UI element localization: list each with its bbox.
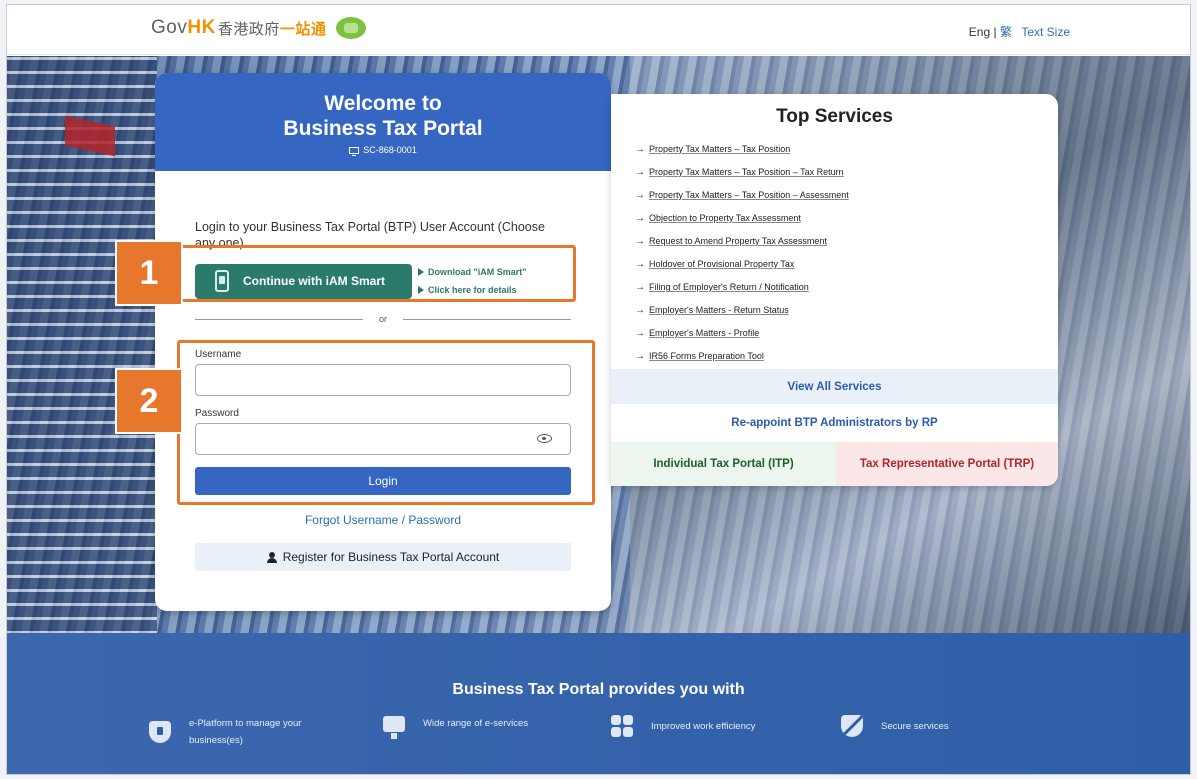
arrow-right-icon: → (635, 351, 645, 362)
divider-line-right (403, 318, 572, 320)
service-item[interactable]: → Filing of Employer's Return / Notificat… (635, 276, 1058, 299)
arrow-right-icon: → (635, 236, 645, 247)
service-link[interactable]: Employer's Matters - Profile (649, 322, 759, 345)
lang-eng-link[interactable]: Eng | (969, 25, 997, 39)
divider-line-left (195, 318, 363, 320)
service-link[interactable]: Property Tax Matters – Tax Position – As… (649, 184, 849, 207)
service-link[interactable]: Employer's Matters - Return Status (649, 299, 789, 322)
secure-icon (841, 715, 863, 737)
feature-item: e-Platform to manage your business(es) (149, 715, 349, 749)
service-link[interactable]: Objection to Property Tax Assessment (649, 207, 801, 230)
top-bar: Gov HK 香港政府 一站通 Eng | 繁 Text Size (7, 5, 1190, 55)
logo-gov-text: Gov (151, 17, 188, 38)
arrow-right-icon: → (635, 328, 645, 339)
feature-text: e-Platform to manage your business(es) (189, 718, 302, 746)
grid-cell (611, 727, 621, 737)
top-services-title: Top Services (776, 106, 893, 127)
shield-icon (149, 721, 171, 743)
features-band: Business Tax Portal provides you with e-… (7, 633, 1190, 774)
service-link[interactable]: Property Tax Matters – Tax Position (649, 138, 790, 161)
govhk-badge-icon (336, 17, 367, 39)
service-link[interactable]: Filing of Employer's Return / Notificati… (649, 276, 809, 299)
arrow-right-icon: → (635, 213, 645, 224)
feature-text: Wide range of e-services (423, 718, 529, 729)
reappoint-administrators-button[interactable]: Re-appoint BTP Administrators by RP (611, 404, 1058, 442)
register-button[interactable]: Register for Business Tax Portal Account (195, 543, 571, 571)
service-item[interactable]: → Property Tax Matters – Tax Position (635, 138, 1058, 161)
screen-code: SC-868-0001 (155, 145, 611, 156)
service-item[interactable]: → Property Tax Matters – Tax Position – A… (635, 184, 1058, 207)
lang-tc-link[interactable]: 繁 (1000, 25, 1012, 39)
language-bar: Eng | 繁 Text Size (969, 23, 1070, 40)
text-size-link[interactable]: Text Size (1021, 25, 1070, 39)
service-link[interactable]: Property Tax Matters – Tax Position – Ta… (649, 161, 844, 184)
callout-number-1: 1 (115, 240, 183, 306)
grid-cell (623, 727, 633, 737)
feature-text: Secure services (881, 720, 949, 732)
monitor-icon (349, 146, 360, 156)
feature-item: Improved work efficiency (611, 715, 755, 737)
arrow-right-icon: → (635, 190, 645, 201)
service-link[interactable]: Holdover of Provisional Property Tax (649, 253, 794, 276)
service-item[interactable]: → Holdover of Provisional Property Tax (635, 253, 1058, 276)
forgot-credentials-link[interactable]: Forgot Username / Password (155, 513, 611, 527)
service-item[interactable]: → Objection to Property Tax Assessment (635, 207, 1058, 230)
or-text: or (379, 314, 388, 324)
service-item[interactable]: → Request to Amend Property Tax Assessmen… (635, 230, 1058, 253)
feature-text: Improved work efficiency (651, 720, 756, 732)
service-item[interactable]: → Employer's Matters - Profile (635, 322, 1058, 345)
login-title-line1: Welcome to (324, 92, 442, 115)
screen-code-text: SC-868-0001 (363, 145, 417, 155)
features-title: Business Tax Portal provides you with (452, 681, 745, 698)
service-item[interactable]: → IR56 Forms Preparation Tool (635, 345, 1058, 368)
callout-number-2: 2 (115, 368, 183, 434)
view-all-services-button[interactable]: View All Services (611, 369, 1058, 404)
top-services-list: → Property Tax Matters – Tax Position → Pr… (611, 138, 1058, 368)
arrow-right-icon: → (635, 282, 645, 293)
logo-cn2-text: 一站通 (279, 20, 327, 38)
individual-tax-portal-button[interactable]: Individual Tax Portal (ITP) (611, 442, 836, 486)
service-link[interactable]: Request to Amend Property Tax Assessment (649, 230, 827, 253)
grid-cell (623, 715, 633, 725)
service-item[interactable]: → Employer's Matters - Return Status (635, 299, 1058, 322)
logo-hk-text: HK (187, 17, 216, 38)
top-services-panel: Top Services → Property Tax Matters – Tax… (611, 94, 1058, 486)
arrow-right-icon: → (635, 144, 645, 155)
arrow-right-icon: → (635, 259, 645, 270)
govhk-logo[interactable]: Gov HK 香港政府 一站通 (151, 17, 367, 39)
tax-representative-portal-button[interactable]: Tax Representative Portal (TRP) (836, 442, 1058, 486)
login-header: Welcome to Business Tax Portal SC-868-00… (155, 73, 611, 171)
grid-icon (611, 715, 633, 737)
feature-item: Wide range of e-services (383, 715, 529, 739)
grid-cell (611, 715, 621, 725)
logo-cn-text: 香港政府 (217, 20, 280, 38)
page-frame: Gov HK 香港政府 一站通 Eng | 繁 Text Size Welcom… (6, 4, 1191, 775)
arrow-right-icon: → (635, 167, 645, 178)
service-link[interactable]: IR56 Forms Preparation Tool (649, 345, 764, 368)
callout-box-1 (175, 245, 576, 302)
login-title: Welcome to Business Tax Portal (155, 91, 611, 141)
arrow-right-icon: → (635, 305, 645, 316)
monitor-icon (383, 715, 405, 739)
building-sign-decoration (65, 115, 115, 157)
or-divider: or (195, 314, 572, 324)
portal-links: Individual Tax Portal (ITP) Tax Represen… (611, 442, 1058, 486)
user-icon (266, 551, 277, 563)
callout-box-2 (177, 340, 595, 505)
login-title-line2: Business Tax Portal (283, 117, 483, 140)
service-item[interactable]: → Property Tax Matters – Tax Position – T… (635, 161, 1058, 184)
feature-item: Secure services (841, 715, 949, 737)
register-button-label: Register for Business Tax Portal Account (282, 550, 500, 564)
